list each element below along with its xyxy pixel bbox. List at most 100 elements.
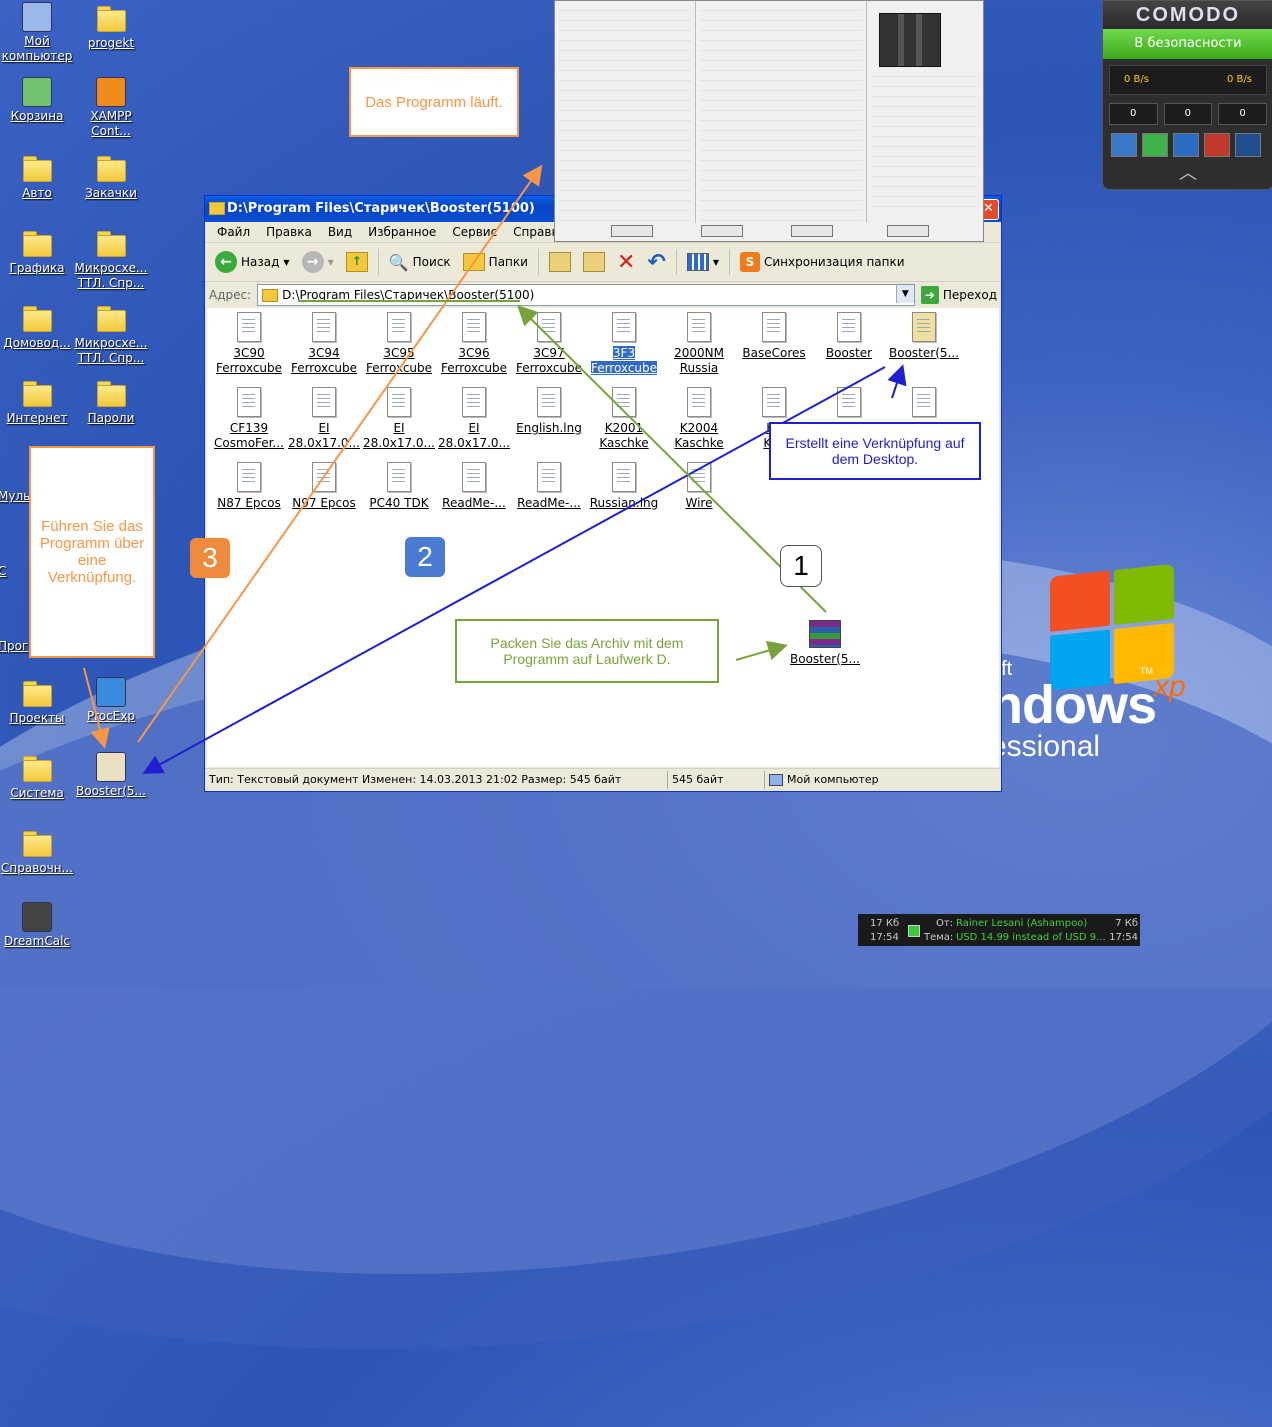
file-list[interactable]: Booster(5... 3C90 Ferroxcube 3C94 Ferroxcub…: [207, 308, 999, 767]
file-item[interactable]: [811, 387, 887, 421]
mail-status-icon: [908, 925, 920, 937]
file-item[interactable]: EI 28.0x17.0...: [361, 387, 437, 451]
my-computer-icon: [22, 2, 52, 32]
copy-to-button[interactable]: [577, 247, 611, 277]
file-name: Wire: [685, 496, 713, 510]
file-item[interactable]: N97 Epcos: [286, 462, 362, 511]
counter-box[interactable]: 0: [1109, 103, 1158, 125]
file-item[interactable]: ReadMe-...: [436, 462, 512, 511]
refresh-icon[interactable]: [1142, 133, 1168, 157]
file-item[interactable]: 3C90 Ferroxcube: [211, 312, 287, 376]
file-item[interactable]: K2004 Kaschke: [661, 387, 737, 451]
windows-icon[interactable]: [1173, 133, 1199, 157]
file-item[interactable]: BaseCores: [736, 312, 812, 361]
desktop-icon[interactable]: Домовод...: [0, 302, 74, 351]
booster-shortcut-icon: [96, 752, 126, 782]
desktop-icon[interactable]: ProcExp: [74, 677, 148, 724]
desktop-icon[interactable]: Система: [0, 752, 74, 801]
desktop-icon[interactable]: Пароли: [74, 377, 148, 426]
counter-box[interactable]: 0: [1163, 103, 1213, 125]
comodo-status[interactable]: В безопасности: [1103, 29, 1272, 59]
desktop-icon[interactable]: Интернет: [0, 377, 74, 426]
menu-item[interactable]: Избранное: [360, 225, 444, 239]
address-input[interactable]: D:\Program Files\Старичек\Booster(5100) …: [257, 284, 915, 306]
file-item[interactable]: 3C96 Ferroxcube: [436, 312, 512, 376]
chevron-down-icon[interactable]: ▼: [283, 258, 289, 267]
app-button[interactable]: [611, 225, 653, 237]
document-icon: [762, 312, 786, 342]
counter-box[interactable]: 0: [1218, 103, 1268, 125]
file-item[interactable]: 3F3 Ferroxcube: [586, 312, 662, 376]
file-item[interactable]: 2000NM Russia: [661, 312, 737, 376]
menu-item[interactable]: Файл: [209, 225, 258, 239]
file-item[interactable]: Russian.lng: [586, 462, 662, 511]
file-name: 3F3: [612, 346, 636, 360]
desktop-icon[interactable]: Графика: [0, 227, 74, 276]
archive-file[interactable]: Booster(5...: [787, 620, 863, 667]
desktop-icon[interactable]: Микросхе... ТТЛ. Спр...: [74, 227, 148, 291]
menu-item[interactable]: Сервис: [444, 225, 505, 239]
file-item[interactable]: Wire: [661, 462, 737, 511]
file-item[interactable]: Booster(5...: [886, 312, 962, 361]
desktop-icon[interactable]: Корзина: [0, 77, 74, 124]
desktop-icon[interactable]: Проекты: [0, 677, 74, 726]
desktop-icon[interactable]: progekt: [74, 2, 148, 51]
record-icon[interactable]: [1204, 133, 1230, 157]
file-item[interactable]: English.lng: [511, 387, 587, 436]
activity-icon[interactable]: [1235, 133, 1261, 157]
chevron-down-icon[interactable]: ▼: [328, 258, 334, 267]
folders-button[interactable]: Папки: [457, 247, 534, 277]
collapse-chevron-icon[interactable]: ︿: [1103, 159, 1272, 185]
file-name-line2: Ferroxcube: [590, 361, 658, 375]
move-to-button[interactable]: [543, 247, 577, 277]
file-item[interactable]: 3C94 Ferroxcube: [286, 312, 362, 376]
chevron-down-icon[interactable]: ▼: [895, 285, 914, 303]
booster-app-window[interactable]: [554, 0, 984, 242]
file-item[interactable]: EI 28.0x17.0...: [436, 387, 512, 451]
file-item[interactable]: CF139 CosmoFer...: [211, 387, 287, 451]
file-item[interactable]: EI 28.0x17.0...: [286, 387, 362, 451]
desktop-icon[interactable]: Справочн...: [0, 827, 74, 876]
desktop-icon[interactable]: Микросхе... ТТЛ. Спр...: [74, 302, 148, 366]
file-name: K2004: [679, 421, 719, 435]
mail-time-2: 17:54: [1109, 932, 1138, 943]
sync-folder-button[interactable]: S Синхронизация папки: [734, 247, 911, 277]
desktop-icon[interactable]: DreamCalc: [0, 902, 74, 949]
desktop-icon[interactable]: Авто: [0, 152, 74, 201]
monitor-icon[interactable]: [1111, 133, 1137, 157]
desktop-icon[interactable]: Booster(5...: [74, 752, 148, 799]
delete-button[interactable]: ✕: [611, 247, 641, 277]
step-badge-1: 1: [780, 545, 822, 587]
desktop-icon[interactable]: XAMPP Cont...: [74, 77, 148, 139]
app-button[interactable]: [701, 225, 743, 237]
app-button[interactable]: [791, 225, 833, 237]
menu-item[interactable]: Правка: [258, 225, 320, 239]
file-item[interactable]: 3C95 Ferroxcube: [361, 312, 437, 376]
file-item[interactable]: 3C97 Ferroxcube: [511, 312, 587, 376]
explorer-window[interactable]: D:\Program Files\Старичек\Booster(5100) …: [204, 195, 1002, 792]
comodo-widget[interactable]: COMODO В безопасности 0 B/s 0 B/s 0 0 0 …: [1102, 0, 1272, 190]
forward-button[interactable]: → ▼: [296, 247, 340, 277]
desktop-icon[interactable]: Закачки: [74, 152, 148, 201]
folders-icon: [462, 253, 485, 271]
mail-topic: USD 14.99 instead of USD 9...: [956, 932, 1106, 943]
back-button[interactable]: ← Назад ▼: [209, 247, 296, 277]
chevron-down-icon[interactable]: ▼: [713, 258, 719, 267]
file-item[interactable]: Booster: [811, 312, 887, 361]
go-button[interactable]: ➜ Переход: [920, 280, 997, 310]
file-item[interactable]: PC40 TDK: [361, 462, 437, 511]
up-folder-button[interactable]: ↑: [340, 247, 374, 277]
file-name: BaseCores: [742, 346, 806, 360]
search-button[interactable]: 🔍 Поиск: [383, 247, 457, 277]
undo-button[interactable]: ↶: [641, 247, 671, 277]
file-item[interactable]: K2001 Kaschke: [586, 387, 662, 451]
file-item[interactable]: [886, 387, 962, 421]
file-item[interactable]: N87 Epcos: [211, 462, 287, 511]
menu-item[interactable]: Вид: [320, 225, 360, 239]
mail-notification[interactable]: 17 Кб 17:54 От: Rainer Lesani (Ashampoo)…: [858, 914, 1140, 946]
views-button[interactable]: ▼: [681, 247, 725, 277]
desktop-icon[interactable]: Мой компьютер: [0, 2, 74, 64]
file-item[interactable]: ReadMe-...: [511, 462, 587, 511]
address-label: Адрес:: [209, 288, 252, 302]
app-button[interactable]: [887, 225, 929, 237]
